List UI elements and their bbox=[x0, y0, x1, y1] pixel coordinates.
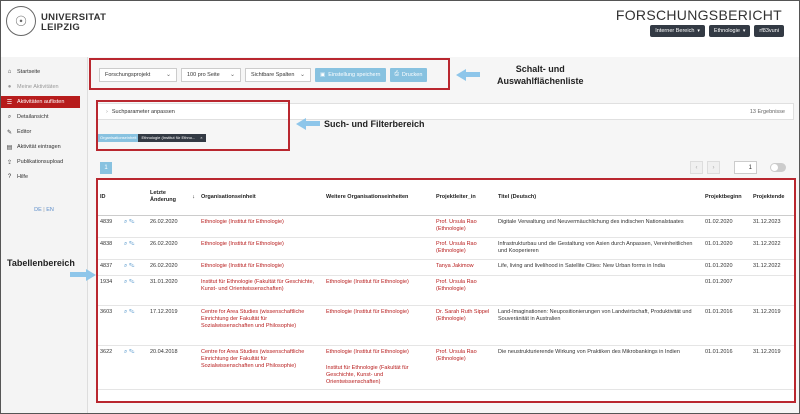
screenshot-border bbox=[0, 0, 800, 414]
